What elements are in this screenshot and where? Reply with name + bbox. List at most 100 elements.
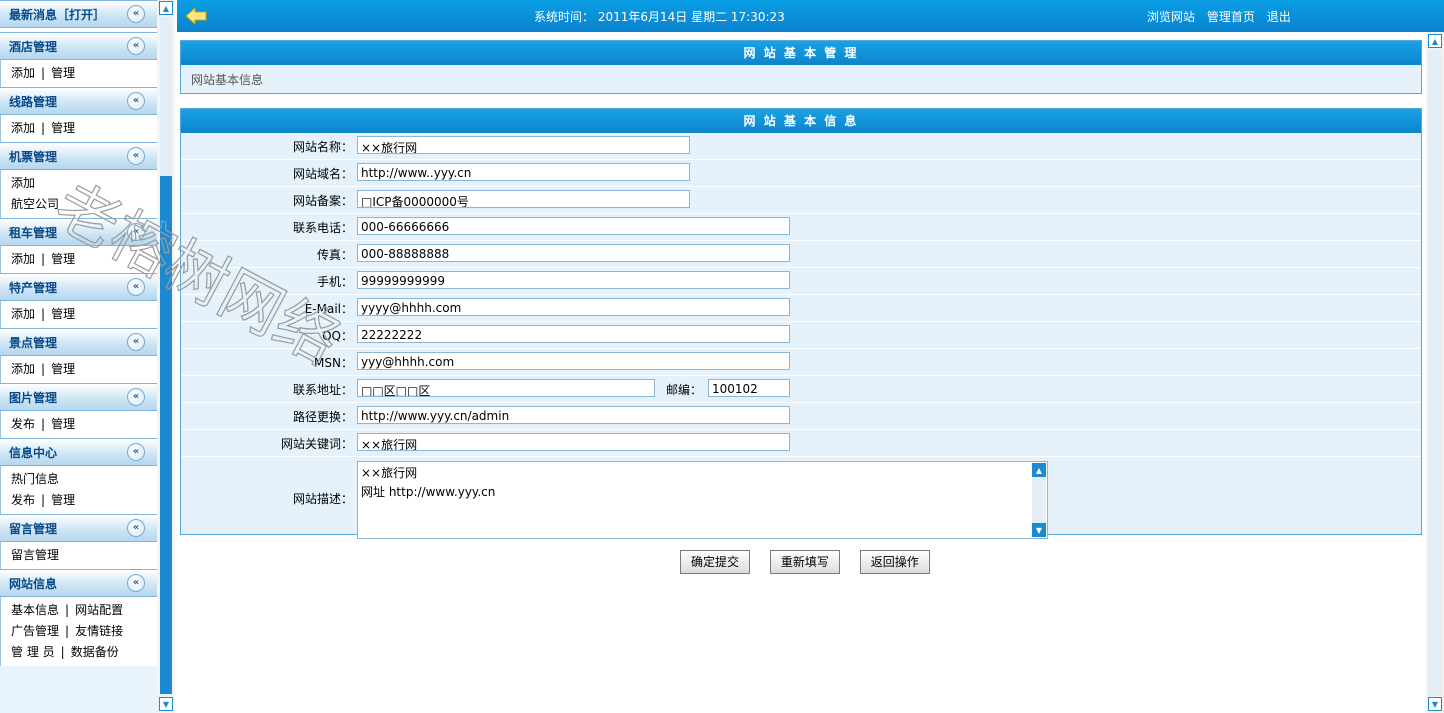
back-arrow-icon[interactable] [184, 6, 208, 26]
sidebar-group-header[interactable]: 图片管理 « [0, 383, 157, 411]
double-chevron-left-icon[interactable]: « [127, 443, 145, 461]
sidebar-link[interactable]: 添加 [11, 176, 35, 190]
double-chevron-left-icon[interactable]: « [127, 5, 145, 23]
field-label: 路径更换： [292, 410, 353, 424]
scroll-up-icon[interactable]: ▲ [1428, 34, 1442, 48]
scroll-down-icon[interactable]: ▼ [1032, 523, 1046, 537]
back-button[interactable]: 返回操作 [859, 550, 930, 574]
qq-input[interactable]: 22222222 [357, 325, 790, 343]
sidebar-group-title: 最新消息［打开］ [9, 8, 106, 22]
double-chevron-left-icon[interactable]: « [127, 388, 145, 406]
scroll-up-icon[interactable]: ▲ [1032, 463, 1046, 477]
admin-home-link[interactable]: 管理首页 [1207, 10, 1255, 24]
double-chevron-left-icon[interactable]: « [127, 333, 145, 351]
scroll-thumb[interactable] [160, 176, 172, 694]
sidebar-group: 机票管理 « 添加航空公司 [0, 142, 157, 218]
sidebar-group-title: 特产管理 [9, 281, 58, 295]
sidebar-group-header[interactable]: 酒店管理 « [0, 32, 157, 60]
sidebar-line: 添加 | 管理 [11, 249, 157, 270]
sidebar-link[interactable]: 广告管理 [11, 624, 59, 638]
double-chevron-left-icon[interactable]: « [127, 223, 145, 241]
separator: | [41, 121, 46, 135]
sidebar-link[interactable]: 添加 [11, 307, 35, 321]
double-chevron-left-icon[interactable]: « [127, 37, 145, 55]
description-textarea[interactable]: ××旅行网 网址 http://www.yyy.cn ▲ ▼ [357, 461, 1048, 539]
sidebar-link[interactable]: 留言管理 [11, 548, 59, 562]
postcode-input[interactable]: 100102 [708, 379, 790, 397]
keywords-input[interactable]: ××旅行网 [357, 433, 790, 451]
double-chevron-left-icon[interactable]: « [127, 92, 145, 110]
sidebar-group-body: 热门信息 发布 | 管理 [0, 466, 157, 514]
sidebar-link[interactable]: 管 理 员 [11, 645, 55, 659]
sidebar-group-body: 留言管理 [0, 542, 157, 569]
textarea-scrollbar[interactable]: ▲ ▼ [1032, 463, 1046, 537]
separator: | [41, 362, 46, 376]
sidebar-link[interactable]: 管理 [51, 307, 75, 321]
sidebar-group-header[interactable]: 特产管理 « [0, 273, 157, 301]
site-name-input[interactable]: ××旅行网 [357, 136, 690, 154]
sidebar-group-title: 线路管理 [9, 95, 58, 109]
address-input[interactable]: □□区□□区 [357, 379, 655, 397]
sidebar-link[interactable]: 管理 [51, 362, 75, 376]
sidebar-link[interactable]: 添加 [11, 252, 35, 266]
msn-input[interactable]: yyy@hhhh.com [357, 352, 790, 370]
sidebar-group-header[interactable]: 景点管理 « [0, 328, 157, 356]
email-input[interactable]: yyyy@hhhh.com [357, 298, 790, 316]
sidebar-link[interactable]: 管理 [51, 121, 75, 135]
browse-site-link[interactable]: 浏览网站 [1147, 10, 1195, 24]
sidebar-scrollbar[interactable]: ▲ ▼ [157, 0, 175, 713]
sidebar-link[interactable]: 友情链接 [75, 624, 123, 638]
sidebar-group-header[interactable]: 机票管理 « [0, 142, 157, 170]
sidebar-group-header[interactable]: 留言管理 « [0, 514, 157, 542]
sidebar-link[interactable]: 添加 [11, 66, 35, 80]
sidebar-group-header[interactable]: 最新消息［打开］ « [0, 0, 157, 28]
sidebar-group-header[interactable]: 信息中心 « [0, 438, 157, 466]
field-label: 联系地址： [292, 383, 353, 397]
scroll-up-icon[interactable]: ▲ [159, 1, 173, 15]
scroll-track[interactable] [1428, 50, 1442, 696]
double-chevron-left-icon[interactable]: « [127, 574, 145, 592]
sidebar-link[interactable]: 基本信息 [11, 603, 59, 617]
path-input[interactable]: http://www.yyy.cn/admin [357, 406, 790, 424]
site-domain-input[interactable]: http://www..yyy.cn [357, 163, 690, 181]
sidebar-link[interactable]: 管理 [51, 252, 75, 266]
sidebar-group: 图片管理 « 发布 | 管理 [0, 383, 157, 438]
sidebar-link[interactable]: 添加 [11, 121, 35, 135]
scroll-down-icon[interactable]: ▼ [159, 697, 173, 711]
sidebar-group-title: 图片管理 [9, 391, 58, 405]
content-scrollbar[interactable]: ▲ ▼ [1426, 32, 1444, 713]
sidebar-link[interactable]: 发布 [11, 417, 35, 431]
logout-link[interactable]: 退出 [1267, 10, 1291, 24]
mobile-input[interactable]: 99999999999 [357, 271, 790, 289]
sidebar-link[interactable]: 添加 [11, 362, 35, 376]
separator: | [41, 307, 46, 321]
double-chevron-left-icon[interactable]: « [127, 278, 145, 296]
sidebar-group-header[interactable]: 租车管理 « [0, 218, 157, 246]
scroll-down-icon[interactable]: ▼ [1428, 697, 1442, 711]
sidebar-link[interactable]: 管理 [51, 493, 75, 507]
double-chevron-left-icon[interactable]: « [127, 147, 145, 165]
phone-input[interactable]: 000-66666666 [357, 217, 790, 235]
double-chevron-left-icon[interactable]: « [127, 519, 145, 537]
sidebar-group-header[interactable]: 线路管理 « [0, 87, 157, 115]
field-label: 网站域名： [292, 167, 353, 181]
field-row-mobile: 手机： 99999999999 [181, 268, 1421, 295]
icp-input[interactable]: □ICP备0000000号 [357, 190, 690, 208]
panel-title: 网 站 基 本 管 理 [181, 41, 1421, 65]
separator: | [41, 417, 46, 431]
sidebar-link[interactable]: 网站配置 [75, 603, 123, 617]
sidebar-link[interactable]: 航空公司 [11, 197, 59, 211]
submit-button[interactable]: 确定提交 [680, 550, 751, 574]
sidebar-link[interactable]: 数据备份 [71, 645, 119, 659]
sidebar-link[interactable]: 管理 [51, 66, 75, 80]
sidebar-link[interactable]: 管理 [51, 417, 75, 431]
sidebar-group-header[interactable]: 网站信息 « [0, 569, 157, 597]
separator: | [65, 624, 70, 638]
sidebar-link[interactable]: 发布 [11, 493, 35, 507]
sidebar: 最新消息［打开］ «酒店管理 «添加 | 管理 线路管理 «添加 | 管理 机票管理 «添加 航空公司… [0, 0, 157, 713]
reset-button[interactable]: 重新填写 [769, 550, 840, 574]
form-title: 网 站 基 本 信 息 [181, 109, 1421, 133]
fax-input[interactable]: 000-88888888 [357, 244, 790, 262]
sidebar-link[interactable]: 热门信息 [11, 472, 59, 486]
field-row-description: 网站描述： ××旅行网 网址 http://www.yyy.cn ▲ ▼ [181, 457, 1421, 543]
